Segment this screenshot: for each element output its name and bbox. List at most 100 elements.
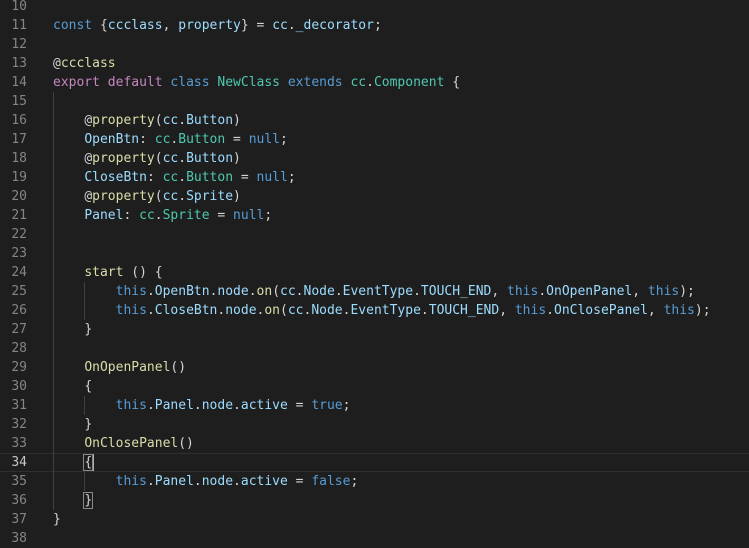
code-text[interactable]: this.CloseBtn.node.on(cc.Node.EventType.… [53, 301, 711, 320]
code-line[interactable]: 23 [0, 244, 749, 263]
code-line[interactable]: 36 } [0, 491, 749, 510]
code-text[interactable]: this.OpenBtn.node.on(cc.Node.EventType.T… [53, 282, 695, 301]
code-line[interactable]: 27 } [0, 320, 749, 339]
code-token: = [287, 398, 312, 413]
line-number: 10 [11, 0, 27, 14]
code-line[interactable]: 30 { [0, 377, 749, 396]
code-line[interactable]: 26 this.CloseBtn.node.on(cc.Node.EventTy… [0, 301, 749, 320]
code-line[interactable]: 19 CloseBtn: cc.Button = null; [0, 168, 749, 187]
code-token: ; [350, 474, 359, 489]
matched-bracket: { [83, 454, 94, 471]
code-token: this [647, 284, 680, 299]
code-token: Node [303, 284, 335, 299]
code-line[interactable]: 37} [0, 510, 749, 529]
code-line[interactable]: 29 OnOpenPanel() [0, 358, 749, 377]
code-text[interactable]: @property(cc.Sprite) [53, 187, 241, 206]
code-editor[interactable]: 10 11 const {ccclass, property} = cc._deco… [0, 0, 749, 548]
code-token: node [225, 303, 257, 318]
code-token: @ [84, 113, 93, 128]
code-token: this [115, 284, 147, 299]
code-text[interactable]: OnOpenPanel() [53, 358, 186, 377]
code-text[interactable]: Panel: cc.Sprite = null; [53, 206, 272, 225]
code-token: TOUCH_END [428, 303, 500, 318]
code-line[interactable]: 25 this.OpenBtn.node.on(cc.Node.EventTyp… [0, 282, 749, 301]
code-token: class [170, 75, 210, 90]
code-text[interactable]: export default class NewClass extends cc… [53, 73, 460, 92]
indent-guide [53, 339, 54, 358]
code-line[interactable]: 16 @property(cc.Button) [0, 111, 749, 130]
code-token: . [287, 18, 296, 33]
code-text[interactable]: start () { [53, 263, 162, 282]
code-token: null [248, 132, 281, 147]
code-token: @ [84, 151, 93, 166]
code-line[interactable]: 10 [0, 0, 749, 16]
code-line[interactable]: 34 { [0, 453, 749, 472]
code-token: this [115, 474, 147, 489]
code-line[interactable]: 17 OpenBtn: cc.Button = null; [0, 130, 749, 149]
code-line[interactable]: 38 [0, 529, 749, 548]
code-token: cc [162, 113, 179, 128]
code-token: cc [139, 208, 155, 223]
code-token: ( [154, 113, 163, 128]
code-token: . [146, 284, 155, 299]
code-text[interactable]: } [53, 415, 92, 434]
editor-lines[interactable]: 10 11 const {ccclass, property} = cc._deco… [0, 0, 749, 548]
code-line[interactable]: 11 const {ccclass, property} = cc._decora… [0, 16, 749, 35]
code-line[interactable]: 21 Panel: cc.Sprite = null; [0, 206, 749, 225]
code-line[interactable]: 31 this.Panel.node.active = true; [0, 396, 749, 415]
code-line[interactable]: 12 [0, 35, 749, 54]
code-line[interactable]: 35 this.Panel.node.active = false; [0, 472, 749, 491]
code-line[interactable]: 33 OnClosePanel() [0, 434, 749, 453]
code-token: OpenBtn [154, 284, 210, 299]
line-number: 17 [11, 132, 27, 147]
code-line[interactable]: 24 start () { [0, 263, 749, 282]
code-text[interactable]: { [53, 453, 95, 472]
code-token: ; [342, 398, 351, 413]
code-text[interactable]: } [53, 510, 61, 529]
code-token: . [146, 474, 155, 489]
code-token: ( [154, 189, 163, 204]
line-number: 33 [11, 436, 27, 451]
code-token: () [178, 436, 194, 451]
code-line[interactable]: 18 @property(cc.Button) [0, 149, 749, 168]
code-token: OnOpenPanel [84, 360, 171, 375]
matched-bracket: } [83, 492, 94, 509]
indent-guide [53, 92, 54, 111]
code-token: ) [233, 113, 241, 128]
code-token: property [92, 189, 155, 204]
code-token: OnClosePanel [554, 303, 648, 318]
code-text[interactable]: @property(cc.Button) [53, 149, 241, 168]
code-line[interactable]: 22 [0, 225, 749, 244]
code-text[interactable]: @ccclass [53, 54, 116, 73]
code-text[interactable]: OpenBtn: cc.Button = null; [53, 130, 288, 149]
code-token: . [295, 284, 304, 299]
code-text[interactable]: } [53, 320, 92, 339]
code-text[interactable]: this.Panel.node.active = true; [53, 396, 351, 415]
code-token: true [311, 398, 343, 413]
code-line[interactable]: 14 export default class NewClass extends … [0, 73, 749, 92]
code-text[interactable]: const {ccclass, property} = cc._decorato… [53, 16, 382, 35]
code-token: cc [280, 284, 296, 299]
code-line[interactable]: 32 } [0, 415, 749, 434]
code-token: . [334, 284, 343, 299]
line-number: 20 [11, 189, 27, 204]
code-line[interactable]: 15 [0, 92, 749, 111]
code-text[interactable]: this.Panel.node.active = false; [53, 472, 359, 491]
code-line[interactable]: 13 @ccclass [0, 54, 749, 73]
code-line[interactable]: 20 @property(cc.Sprite) [0, 187, 749, 206]
code-token: cc [162, 189, 179, 204]
code-text[interactable]: { [53, 377, 92, 396]
code-token: . [178, 113, 187, 128]
code-token: NewClass [217, 75, 281, 90]
code-token: . [154, 208, 163, 223]
code-line[interactable]: 28 [0, 339, 749, 358]
line-number: 12 [11, 37, 27, 52]
code-text[interactable]: OnClosePanel() [53, 434, 194, 453]
code-text[interactable]: @property(cc.Button) [53, 111, 241, 130]
code-token: this [507, 284, 539, 299]
code-text[interactable]: CloseBtn: cc.Button = null; [53, 168, 295, 187]
code-text[interactable]: } [53, 491, 94, 510]
